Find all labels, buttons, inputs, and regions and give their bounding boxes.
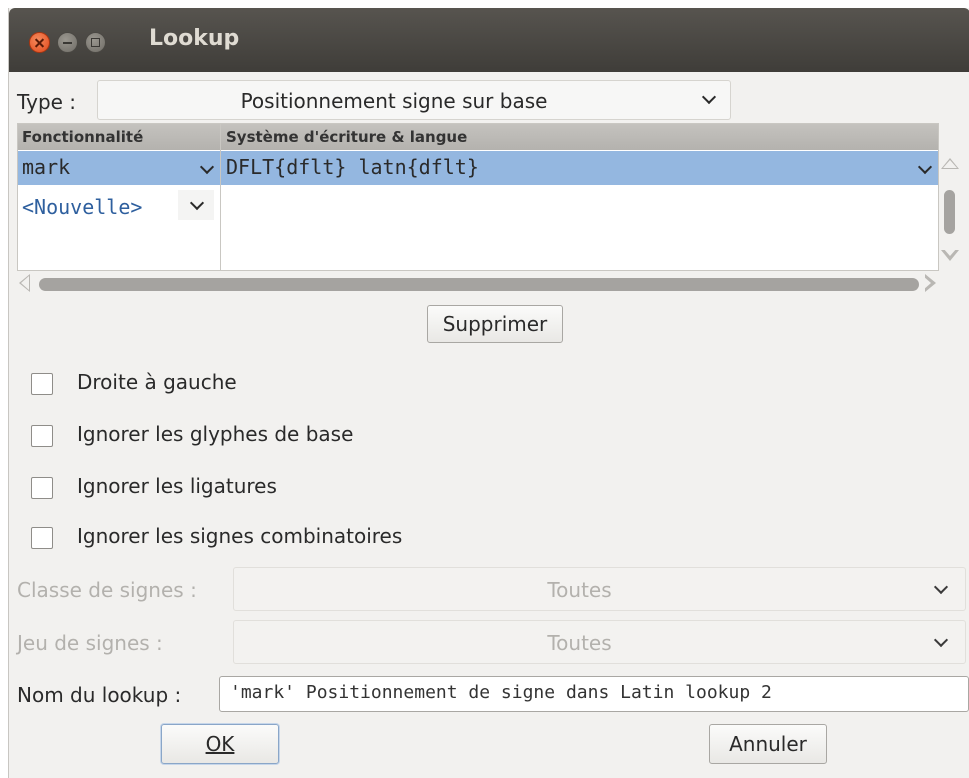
scroll-left-arrow-icon[interactable] bbox=[19, 274, 30, 292]
lookup-dialog: Lookup Type : Positionnement signe sur b… bbox=[8, 8, 969, 778]
maximize-window-icon[interactable] bbox=[85, 32, 106, 53]
horizontal-scroll-thumb[interactable] bbox=[39, 278, 919, 291]
horizontal-scrollbar[interactable] bbox=[17, 273, 939, 295]
checkbox-label-ignore-ligatures: Ignorer les ligatures bbox=[77, 474, 277, 498]
vertical-scroll-thumb[interactable] bbox=[944, 190, 955, 234]
cancel-button-label: Annuler bbox=[729, 732, 807, 756]
chevron-down-icon bbox=[933, 632, 949, 648]
minimize-window-icon[interactable] bbox=[57, 32, 78, 53]
mark-set-value: Toutes bbox=[547, 631, 612, 655]
type-select-value: Positionnement signe sur base bbox=[240, 89, 548, 113]
column-header-script-language: Système d'écriture & langue bbox=[226, 128, 468, 146]
delete-button[interactable]: Supprimer bbox=[427, 305, 563, 343]
checkbox-ignore-ligatures[interactable] bbox=[31, 477, 53, 499]
lookup-name-label: Nom du lookup : bbox=[17, 683, 182, 707]
checkbox-right-to-left[interactable] bbox=[31, 373, 53, 395]
mark-class-value: Toutes bbox=[547, 578, 612, 602]
cancel-button[interactable]: Annuler bbox=[709, 724, 827, 764]
column-separator bbox=[220, 124, 221, 270]
scroll-down-arrow-icon[interactable] bbox=[941, 248, 959, 261]
type-select[interactable]: Positionnement signe sur base bbox=[97, 80, 731, 120]
script-language-cell[interactable]: DFLT{dflt} latn{dflt} bbox=[226, 155, 479, 179]
checkbox-label-ignore-combining-marks: Ignorer les signes combinatoires bbox=[77, 524, 403, 548]
feature-table: Fonctionnalité Système d'écriture & lang… bbox=[17, 123, 939, 271]
window-title: Lookup bbox=[149, 26, 240, 51]
mark-class-label: Classe de signes : bbox=[17, 578, 197, 602]
mark-set-select: Toutes bbox=[233, 620, 966, 664]
title-bar: Lookup bbox=[9, 8, 969, 72]
chevron-down-icon bbox=[701, 89, 717, 105]
type-label: Type : bbox=[17, 90, 77, 114]
chevron-down-icon bbox=[933, 579, 949, 595]
checkbox-label-right-to-left: Droite à gauche bbox=[77, 370, 237, 394]
mark-class-select: Toutes bbox=[233, 567, 966, 611]
checkbox-label-ignore-base-glyphs: Ignorer les glyphes de base bbox=[77, 422, 354, 446]
checkbox-ignore-base-glyphs[interactable] bbox=[31, 425, 53, 447]
close-window-icon[interactable] bbox=[29, 32, 50, 53]
mark-set-label: Jeu de signes : bbox=[17, 631, 163, 655]
column-header-feature: Fonctionnalité bbox=[22, 128, 144, 146]
feature-cell[interactable]: mark bbox=[22, 155, 70, 179]
lookup-name-input[interactable]: 'mark' Positionnement de signe dans Lati… bbox=[219, 676, 969, 712]
checkbox-ignore-combining-marks[interactable] bbox=[31, 527, 53, 549]
vertical-scrollbar[interactable] bbox=[939, 156, 961, 268]
scroll-up-arrow-icon[interactable] bbox=[941, 158, 959, 169]
scroll-right-arrow-icon[interactable] bbox=[923, 274, 936, 292]
ok-button-label: OK bbox=[205, 732, 235, 756]
new-feature-cell[interactable]: <Nouvelle> bbox=[22, 195, 142, 219]
ok-button[interactable]: OK bbox=[161, 724, 279, 764]
table-header: Fonctionnalité Système d'écriture & lang… bbox=[18, 124, 938, 150]
